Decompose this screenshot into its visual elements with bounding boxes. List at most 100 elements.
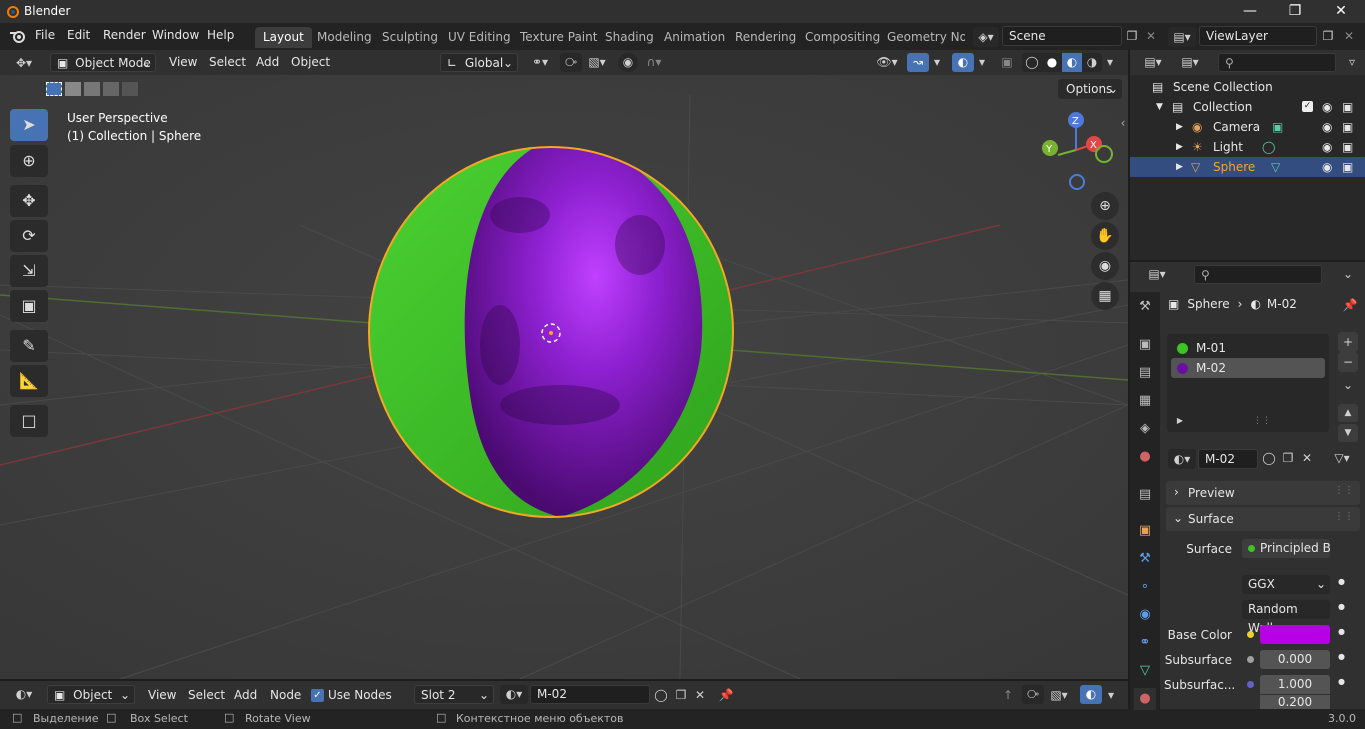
output-tab-icon[interactable]: ▤: [1134, 362, 1156, 384]
pin-icon[interactable]: 📌: [1342, 298, 1358, 312]
particles-tab-icon[interactable]: ∘: [1134, 576, 1156, 598]
visibility-icon[interactable]: 👁▾: [872, 55, 902, 69]
view-layer-tab-icon[interactable]: ▦: [1134, 390, 1156, 412]
viewlayer-browse-icon[interactable]: ▤▾: [1168, 27, 1196, 47]
gizmo-toggle-icon[interactable]: ↝: [907, 53, 929, 72]
viewport-menu-add[interactable]: Add: [256, 53, 279, 72]
tab-uv-editing[interactable]: UV Editing: [440, 27, 519, 48]
parent-node-tree-icon[interactable]: ↑: [999, 688, 1017, 702]
material-browse-icon[interactable]: ◐▾: [1168, 449, 1196, 469]
maximize-button[interactable]: ❐: [1272, 0, 1318, 23]
eye-icon[interactable]: ◉: [1322, 157, 1332, 177]
falloff-icon[interactable]: ∩▾: [640, 55, 668, 69]
viewlayer-name-field[interactable]: ViewLayer: [1199, 26, 1317, 46]
menu-render[interactable]: Render: [103, 28, 146, 42]
close-window-button[interactable]: ✕: [1318, 0, 1364, 23]
tool-scale[interactable]: ⇲: [10, 255, 48, 287]
delete-viewlayer-icon[interactable]: ✕: [1342, 29, 1356, 43]
camera-data-icon[interactable]: ▣: [1272, 117, 1283, 137]
tab-sculpting[interactable]: Sculpting: [374, 27, 446, 48]
constraints-tab-icon[interactable]: ⚭: [1134, 632, 1156, 654]
zoom-button[interactable]: ⊕: [1091, 192, 1119, 220]
menu-file[interactable]: File: [35, 28, 55, 42]
properties-options-chevron-icon[interactable]: ⌄: [1338, 267, 1358, 281]
new-viewlayer-icon[interactable]: ❐: [1320, 29, 1336, 43]
tool-add-cube[interactable]: □: [10, 405, 48, 437]
camera-view-button[interactable]: ◉: [1091, 252, 1119, 280]
overlays-toggle-icon[interactable]: ◐: [952, 53, 974, 72]
shader-type-dropdown[interactable]: ▣ Object ⌄: [47, 685, 135, 704]
add-slot-button[interactable]: +: [1338, 332, 1358, 352]
render-camera-icon[interactable]: ▣: [1342, 157, 1353, 177]
node-editor-type-icon[interactable]: ◐▾: [8, 687, 40, 701]
outliner-row-camera[interactable]: ▶ ◉ Camera ▣ ◉ ▣: [1130, 117, 1365, 137]
mode-dropdown[interactable]: ▣ Object Mode ⌄: [50, 53, 156, 72]
tab-animation[interactable]: Animation: [656, 27, 733, 48]
subsurface-method-dropdown[interactable]: Random Walk⌄: [1242, 600, 1330, 635]
menu-edit[interactable]: Edit: [67, 28, 90, 42]
xray-toggle-icon[interactable]: ▣: [998, 55, 1016, 69]
subsurface-radius-y-field[interactable]: 0.200: [1260, 695, 1330, 709]
color-socket-icon[interactable]: [1247, 631, 1254, 638]
tab-geometry-nodes[interactable]: Geometry Nod: [879, 27, 965, 48]
move-slot-down-button[interactable]: ▼: [1338, 424, 1358, 442]
slot-specials-chevron-icon[interactable]: ⌄: [1338, 378, 1358, 392]
proportional-editing-icon[interactable]: ◉: [618, 53, 638, 72]
keyframe-dot-icon[interactable]: ●: [1338, 627, 1345, 636]
select-new-icon[interactable]: [46, 82, 62, 96]
outliner-row-light[interactable]: ▶ ☀ Light ◯ ◉ ▣: [1130, 137, 1365, 157]
solid-shading-icon[interactable]: ●: [1042, 53, 1062, 72]
pivot-point-icon[interactable]: ⚭▾: [526, 55, 554, 69]
drag-handle-icon[interactable]: ⋮⋮: [1334, 511, 1354, 522]
viewport-menu-object[interactable]: Object: [291, 53, 330, 72]
snap-toggle-icon[interactable]: ⧂: [560, 53, 582, 72]
pan-button[interactable]: ✋: [1091, 222, 1119, 250]
select-intersect-icon[interactable]: [122, 82, 138, 96]
vector-socket-icon[interactable]: [1247, 681, 1254, 688]
minimize-button[interactable]: —: [1227, 0, 1273, 23]
outliner-editor-type-icon[interactable]: ▤▾: [1138, 55, 1168, 69]
move-slot-up-button[interactable]: ▲: [1338, 404, 1358, 422]
viewport-menu-select[interactable]: Select: [209, 53, 246, 72]
editor-type-icon[interactable]: ✥▾: [8, 54, 40, 72]
node-menu-select[interactable]: Select: [188, 686, 225, 705]
unlink-material-icon[interactable]: ✕: [1300, 451, 1314, 465]
3d-viewport[interactable]: Z X Y Options ⌄ User Perspective (1) Coll…: [0, 75, 1128, 679]
tool-measure[interactable]: 📐: [10, 365, 48, 397]
duplicate-material-icon[interactable]: ❐: [1280, 451, 1296, 465]
tool-move[interactable]: ✥: [10, 185, 48, 217]
preview-panel-header[interactable]: › Preview ⋮⋮: [1166, 481, 1360, 505]
outliner-row-sphere[interactable]: ▶ ▽ Sphere ▽ ◉ ▣: [1130, 157, 1365, 177]
outliner-search-input[interactable]: ⚲: [1218, 53, 1336, 72]
unlink-material-icon[interactable]: ✕: [693, 688, 707, 702]
remove-slot-button[interactable]: −: [1338, 352, 1358, 372]
fake-user-icon[interactable]: ◯: [653, 688, 669, 702]
eye-icon[interactable]: ◉: [1322, 97, 1332, 117]
properties-search-input[interactable]: ⚲: [1194, 265, 1322, 284]
ortho-toggle-button[interactable]: ▦: [1091, 282, 1119, 310]
exclude-checkbox-icon[interactable]: ✓: [1302, 101, 1313, 112]
menu-window[interactable]: Window: [152, 28, 199, 42]
use-nodes-toggle[interactable]: ✓ Use Nodes: [311, 688, 392, 702]
tool-cursor[interactable]: ⊕: [10, 145, 48, 177]
keyframe-dot-icon[interactable]: ●: [1338, 677, 1345, 686]
snap-target-icon[interactable]: ▧▾: [583, 55, 611, 69]
modifier-tab-icon[interactable]: ⚒: [1134, 548, 1156, 570]
select-extend-icon[interactable]: [65, 82, 81, 96]
keyframe-dot-icon[interactable]: ●: [1338, 602, 1345, 611]
node-overlays-icon[interactable]: ◐: [1080, 685, 1102, 704]
chevron-down-icon[interactable]: ▾: [1104, 688, 1118, 702]
physics-tab-icon[interactable]: ◉: [1134, 604, 1156, 626]
tab-rendering[interactable]: Rendering: [727, 27, 804, 48]
chevron-down-icon[interactable]: ▾: [975, 55, 989, 69]
pin-icon[interactable]: 📌: [718, 688, 734, 702]
tab-modeling[interactable]: Modeling: [309, 27, 380, 48]
chevron-down-icon[interactable]: ▾: [930, 55, 944, 69]
scene-browse-icon[interactable]: ◈▾: [973, 27, 999, 47]
properties-editor-type-icon[interactable]: ▤▾: [1142, 267, 1172, 281]
material-name-field[interactable]: M-02: [1198, 449, 1258, 469]
tab-shading[interactable]: Shading: [597, 27, 662, 48]
delete-scene-icon[interactable]: ✕: [1144, 29, 1158, 43]
material-slot-item[interactable]: M-01: [1171, 338, 1325, 358]
filter-icon[interactable]: ▿: [1342, 55, 1362, 69]
